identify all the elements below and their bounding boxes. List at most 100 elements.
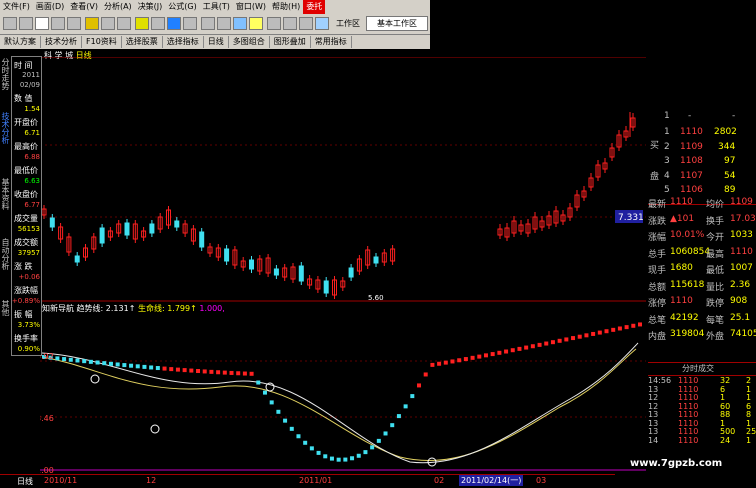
select-stock-button[interactable]: 选择股票 [122, 36, 163, 48]
ob-vol-0: - [732, 111, 736, 121]
globe-icon[interactable] [267, 17, 281, 30]
indicator-mark [175, 367, 180, 372]
indicator-mark [631, 323, 636, 328]
tab-technical[interactable]: 技术分析 [1, 112, 10, 144]
ticks-header-label[interactable]: 分时成交 [682, 363, 714, 374]
indicator-mark [242, 371, 247, 376]
list-icon[interactable] [183, 17, 197, 30]
axis-label-2: 2011/01 [299, 476, 333, 485]
drag-icon[interactable] [217, 17, 231, 30]
menu-view-screen[interactable]: 画面(D) [33, 0, 67, 14]
home-icon[interactable] [3, 17, 17, 30]
quote-label: 最高 [706, 249, 725, 260]
settings-icon[interactable] [283, 17, 297, 30]
multi-chart-button[interactable]: 多图组合 [229, 36, 270, 48]
quote-label: 均价 [706, 200, 725, 210]
kline-icon[interactable] [35, 17, 49, 30]
note-icon[interactable] [249, 17, 263, 30]
tab-other[interactable]: 其他 [1, 300, 10, 316]
quote-label: 涨跌 [648, 216, 667, 227]
people-icon[interactable] [167, 17, 181, 30]
ob-n-3: 3 [664, 156, 670, 166]
stack-icon[interactable] [117, 17, 131, 30]
plus-icon[interactable] [101, 17, 115, 30]
ticks-list[interactable]: 14:56 1110 32 2 13 1110 6 1 12 1110 1 1 12 1110 60 6 13 1… [648, 376, 756, 445]
quote-label: 最低 [706, 266, 725, 276]
menu-help[interactable]: 帮助(H) [269, 0, 303, 14]
ob-price-3: 1108 [680, 156, 703, 166]
quote-value: 1110 [670, 296, 693, 306]
tab-auto-analysis[interactable]: 自动分析 [1, 238, 10, 270]
workspace-button[interactable]: 工作区 [333, 17, 363, 31]
grid-icon[interactable] [135, 17, 149, 30]
menu-bar: 文件(F) 画面(D) 查看(V) 分析(A) 决策(J) 公式(G) 工具(T… [0, 0, 430, 14]
axis-prefix: 日线 [17, 477, 33, 486]
open-label: 开盘价 [14, 118, 38, 127]
kline-chart[interactable]: 5.92 3.46 1.00 7.331 5.60 [40, 57, 646, 477]
indicator-mark [517, 346, 522, 351]
menu-window[interactable]: 窗口(W) [233, 0, 269, 14]
candle-body [348, 267, 354, 278]
vertical-tabs: 分时走势 技术分析 基本资料 自动分析 其他 [0, 50, 11, 350]
quote-label: 换手 [706, 216, 725, 227]
indicator-mark [155, 366, 160, 371]
indicator-mark [591, 331, 596, 336]
chart-icon[interactable] [67, 17, 81, 30]
workspace-select[interactable]: 基本工作区 [366, 16, 428, 31]
low-label: 最低价 [14, 166, 38, 175]
period-daily-button[interactable]: 日线 [204, 36, 229, 48]
quote-value: 42192 [670, 312, 699, 323]
ob-vol-3: 97 [724, 156, 736, 166]
ob-price-2: 1109 [680, 142, 703, 152]
third-value: 1.000, [199, 304, 225, 313]
scissors-icon[interactable] [201, 17, 215, 30]
menu-view[interactable]: 查看(V) [67, 0, 101, 14]
candle-body [323, 280, 329, 294]
indicator-mark [417, 383, 422, 388]
indicator-marks-layer [42, 322, 642, 467]
quote-panel: 买 盘 1 - - 1 1110 2802 2 1109 344 3 1108 … [648, 111, 756, 445]
print-icon[interactable] [299, 17, 313, 30]
overlay-button[interactable]: 图形叠加 [270, 36, 311, 48]
ob-price-5: 1106 [680, 185, 703, 195]
default-scheme-button[interactable]: 默认方案 [0, 36, 41, 48]
tab-fundamentals[interactable]: 基本资料 [1, 178, 10, 210]
turn-label: 换手率 [14, 334, 38, 343]
indicator-mark [142, 364, 147, 369]
chg-label: 涨 跌 [14, 262, 33, 271]
indicator-mark [611, 327, 616, 332]
common-indicator-button[interactable]: 常用指标 [311, 36, 352, 48]
indicator-mark [162, 366, 167, 371]
ticks-header: 分时成交 [648, 362, 756, 376]
quote-value: 741050 [730, 329, 756, 339]
menu-tools[interactable]: 工具(T) [200, 0, 233, 14]
high-v: 6.88 [24, 153, 40, 161]
select-indicator-button[interactable]: 选择指标 [163, 36, 204, 48]
candle-body [298, 265, 304, 282]
indicator-mark [276, 409, 281, 414]
tab-intraday[interactable]: 分时走势 [1, 58, 10, 90]
zoom-icon[interactable] [151, 17, 165, 30]
indicator-mark [55, 356, 60, 361]
quote-label: 总笔 [648, 315, 667, 326]
menu-analysis[interactable]: 分析(A) [101, 0, 135, 14]
back-icon[interactable] [19, 17, 33, 30]
indicator-name[interactable]: 知新导航 [42, 304, 74, 313]
menu-file[interactable]: 文件(F) [0, 0, 33, 14]
candle-body [373, 256, 379, 264]
window-icon[interactable] [233, 17, 247, 30]
bulb-icon[interactable] [85, 17, 99, 30]
tech-analysis-button[interactable]: 技术分析 [41, 36, 82, 48]
quote-value: 1110 [670, 197, 693, 207]
indicator-mark [470, 355, 475, 360]
menu-formula[interactable]: 公式(G) [165, 0, 199, 14]
rsi-icon[interactable] [51, 17, 65, 30]
menu-trade[interactable]: 委托 [303, 0, 326, 14]
menu-decision[interactable]: 决策(J) [135, 0, 166, 14]
quote-label: 跌停 [706, 299, 725, 309]
f10-button[interactable]: F10资料 [82, 36, 122, 48]
search-icon[interactable] [315, 17, 329, 30]
indicator-mark [437, 361, 442, 366]
indicator-mark [222, 370, 227, 375]
order-book: 买 盘 1 - - 1 1110 2802 2 1109 344 3 1108 … [648, 111, 756, 205]
